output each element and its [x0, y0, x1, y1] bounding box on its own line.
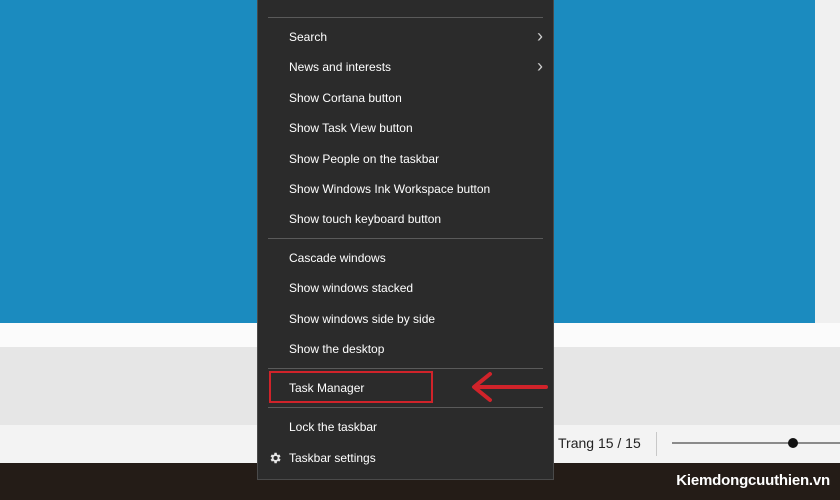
page-counter: Trang 15 / 15 — [558, 435, 641, 451]
menu-item-label: Search — [289, 30, 328, 44]
menu-item-show-touch-keyboard[interactable]: Show touch keyboard button — [258, 204, 553, 234]
gear-icon — [270, 452, 281, 464]
menu-item-news-and-interests[interactable]: News and interests › — [258, 52, 553, 82]
menu-item-label: Show windows side by side — [289, 312, 436, 326]
menu-item-label: Cascade windows — [289, 251, 386, 265]
menu-item-search[interactable]: Search › — [258, 22, 553, 52]
task-manager-highlight-box — [269, 371, 433, 403]
menu-item-label: Show Windows Ink Workspace button — [289, 182, 491, 196]
menu-item-label: Show windows stacked — [289, 281, 414, 295]
menu-item-show-people[interactable]: Show People on the taskbar — [258, 144, 553, 174]
menu-item-label: Taskbar settings — [289, 451, 376, 465]
chevron-right-icon: › — [537, 56, 543, 76]
menu-item-label: Lock the taskbar — [289, 420, 378, 434]
menu-item-show-cortana-button[interactable]: Show Cortana button — [258, 83, 553, 113]
menu-item-label: Show People on the taskbar — [289, 152, 440, 166]
menu-item-label: Show touch keyboard button — [289, 212, 442, 226]
taskbar-context-menu: Search › News and interests › Show Corta… — [257, 0, 554, 480]
menu-separator — [268, 368, 543, 369]
menu-item-label: Show Task View button — [289, 121, 413, 135]
menu-item-cascade-windows[interactable]: Cascade windows — [258, 243, 553, 273]
watermark-text: Kiemdongcuuthien.vn — [676, 472, 830, 489]
menu-item-show-windows-stacked[interactable]: Show windows stacked — [258, 273, 553, 303]
menu-item-show-the-desktop[interactable]: Show the desktop — [258, 334, 553, 364]
screen: Trang 15 / 15 Kiemdongcuuthien.vn Search… — [0, 0, 840, 500]
menu-item-lock-the-taskbar[interactable]: Lock the taskbar — [258, 412, 553, 442]
menu-item-taskbar-settings[interactable]: Taskbar settings — [258, 443, 553, 473]
menu-item-show-windows-side-by-side[interactable]: Show windows side by side — [258, 304, 553, 334]
menu-separator — [268, 238, 543, 239]
chevron-right-icon: › — [537, 26, 543, 46]
zoom-slider-thumb[interactable] — [788, 438, 798, 448]
menu-item-label: News and interests — [289, 60, 392, 74]
menu-item-label: Show Cortana button — [289, 91, 402, 105]
pointer-arrow-icon — [472, 372, 548, 402]
menu-separator — [268, 17, 543, 18]
menu-item-label: Show the desktop — [289, 342, 385, 356]
zoom-slider-track[interactable] — [672, 442, 840, 444]
menu-item-show-task-view-button[interactable]: Show Task View button — [258, 113, 553, 143]
menu-item-show-windows-ink[interactable]: Show Windows Ink Workspace button — [258, 174, 553, 204]
menu-separator — [268, 407, 543, 408]
status-separator — [656, 432, 657, 456]
